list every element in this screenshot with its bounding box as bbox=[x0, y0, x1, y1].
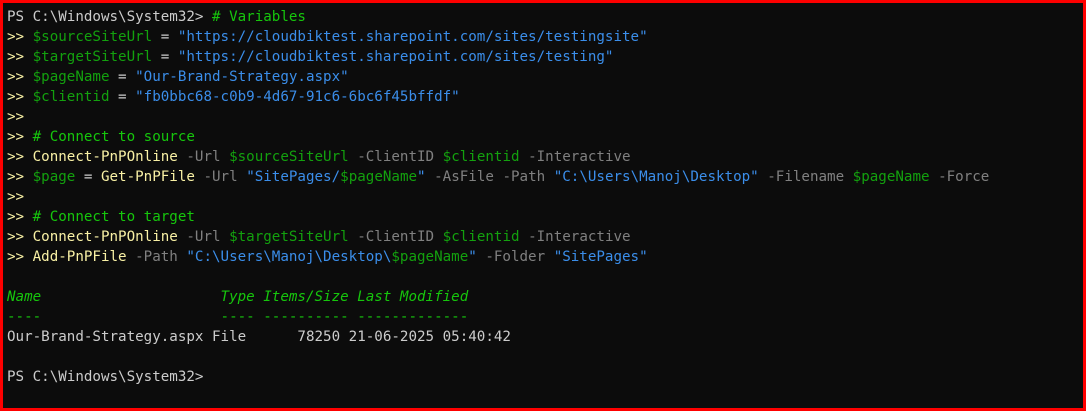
console-token-cmd: >> bbox=[7, 29, 33, 45]
console-output[interactable]: PS C:\Windows\System32> # Variables >> $s… bbox=[7, 7, 1079, 387]
console-line: ---- ---- ---------- ------------- bbox=[7, 307, 1079, 327]
console-token-text: = bbox=[109, 89, 136, 105]
console-line: >> Add-PnPFile -Path "C:\Users\Manoj\Des… bbox=[7, 247, 1079, 267]
console-token-str: " bbox=[417, 169, 426, 185]
console-token-var: $clientid bbox=[32, 89, 110, 105]
console-token-comment: # Variables bbox=[212, 9, 306, 25]
console-token-param: -Url bbox=[177, 229, 230, 245]
console-token-cmd: Get-PnPFile bbox=[100, 169, 195, 185]
console-line: >> # Connect to target bbox=[7, 207, 1079, 227]
console-token-param: -Path bbox=[126, 249, 187, 265]
console-token-var: $pageName bbox=[852, 169, 930, 185]
console-line: >> $pageName = "Our-Brand-Strategy.aspx" bbox=[7, 67, 1079, 87]
console-token-param: -ClientID bbox=[348, 149, 443, 165]
console-token-param: -Folder bbox=[476, 249, 554, 265]
console-line: >> bbox=[7, 107, 1079, 127]
console-token-var: $pageName bbox=[340, 169, 418, 185]
console-token-var: $clientid bbox=[442, 229, 520, 245]
console-line: Our-Brand-Strategy.aspx File 78250 21-06… bbox=[7, 327, 1079, 347]
console-token-cmd: >> bbox=[7, 109, 25, 125]
console-token-str: "fb0bbc68-c0b9-4d67-91c6-6bc6f45bffdf" bbox=[135, 89, 460, 105]
console-token-cmd: >> bbox=[7, 209, 33, 225]
console-token-var: $sourceSiteUrl bbox=[32, 29, 153, 45]
console-line: >> bbox=[7, 187, 1079, 207]
console-token-cmd: >> bbox=[7, 49, 33, 65]
console-token-text: PS C:\Windows\System32> bbox=[7, 9, 212, 25]
console-token-str: "https://cloudbiktest.sharepoint.com/sit… bbox=[177, 29, 648, 45]
console-token-str: " bbox=[468, 249, 477, 265]
console-token-cmd: >> bbox=[7, 169, 33, 185]
console-line: PS C:\Windows\System32> # Variables bbox=[7, 7, 1079, 27]
console-token-cmd: Add-PnPFile bbox=[32, 249, 127, 265]
console-token-param: -Filename bbox=[758, 169, 853, 185]
console-token-str: "C:\Users\Manoj\Desktop" bbox=[553, 169, 759, 185]
console-token-comment: # Connect to target bbox=[32, 209, 195, 225]
console-token-str: "https://cloudbiktest.sharepoint.com/sit… bbox=[177, 49, 614, 65]
console-token-str: "SitePages" bbox=[553, 249, 648, 265]
console-token-var: $targetSiteUrl bbox=[32, 49, 153, 65]
console-token-header: Type Items/Size Last Modified bbox=[220, 289, 469, 305]
console-line: >> $sourceSiteUrl = "https://cloudbiktes… bbox=[7, 27, 1079, 47]
console-token-param: -Interactive bbox=[519, 229, 631, 245]
console-token-text: PS C:\Windows\System32> bbox=[7, 369, 204, 385]
console-line: PS C:\Windows\System32> bbox=[7, 367, 1079, 387]
console-token-var: $page bbox=[32, 169, 76, 185]
console-token-cmd: >> bbox=[7, 69, 33, 85]
console-line: >> Connect-PnPOnline -Url $targetSiteUrl… bbox=[7, 227, 1079, 247]
console-token-cmd: Connect-PnPOnline bbox=[32, 229, 178, 245]
console-token-var: $targetSiteUrl bbox=[229, 229, 349, 245]
console-token-comment: # Connect to source bbox=[32, 129, 195, 145]
console-token-str: "C:\Users\Manoj\Desktop\ bbox=[186, 249, 392, 265]
console-line: >> Connect-PnPOnline -Url $sourceSiteUrl… bbox=[7, 147, 1079, 167]
console-token-param: -AsFile bbox=[425, 169, 503, 185]
console-token-param: -Url bbox=[177, 149, 230, 165]
terminal-window[interactable]: PS C:\Windows\System32> # Variables >> $s… bbox=[0, 0, 1086, 411]
console-line: >> $targetSiteUrl = "https://cloudbiktes… bbox=[7, 47, 1079, 67]
console-line: Name Type Items/Size Last Modified bbox=[7, 287, 1079, 307]
console-token-param: -Interactive bbox=[519, 149, 631, 165]
console-token-param: -Path bbox=[502, 169, 554, 185]
console-token-text: Our-Brand-Strategy.aspx File 78250 21-06… bbox=[7, 329, 511, 345]
console-token-str: "Our-Brand-Strategy.aspx" bbox=[135, 69, 349, 85]
console-token-cmd: Connect-PnPOnline bbox=[32, 149, 178, 165]
console-line: >> # Connect to source bbox=[7, 127, 1079, 147]
console-token-cmd: >> bbox=[7, 249, 33, 265]
console-token-str: "SitePages/ bbox=[246, 169, 341, 185]
console-token-header: Name bbox=[7, 289, 221, 305]
console-token-cmd: >> bbox=[7, 229, 33, 245]
console-token-cmd: >> bbox=[7, 149, 33, 165]
console-token-text: = bbox=[152, 29, 178, 45]
console-token-text: = bbox=[152, 49, 178, 65]
console-token-text: = bbox=[109, 69, 136, 85]
console-line: >> $clientid = "fb0bbc68-c0b9-4d67-91c6-… bbox=[7, 87, 1079, 107]
console-token-comment: ---- ---- ---------- ------------- bbox=[7, 309, 469, 325]
console-token-var: $clientid bbox=[442, 149, 520, 165]
console-token-text: = bbox=[75, 169, 101, 185]
console-token-param: -Force bbox=[929, 169, 990, 185]
console-token-var: $pageName bbox=[32, 69, 110, 85]
console-token-cmd: >> bbox=[7, 89, 33, 105]
console-token-param: -Url bbox=[194, 169, 247, 185]
console-token-param: -ClientID bbox=[348, 229, 443, 245]
console-token-cmd: >> bbox=[7, 189, 25, 205]
console-token-cmd: >> bbox=[7, 129, 33, 145]
console-token-var: $sourceSiteUrl bbox=[229, 149, 349, 165]
console-token-var: $pageName bbox=[391, 249, 469, 265]
console-line: >> $page = Get-PnPFile -Url "SitePages/$… bbox=[7, 167, 1079, 187]
